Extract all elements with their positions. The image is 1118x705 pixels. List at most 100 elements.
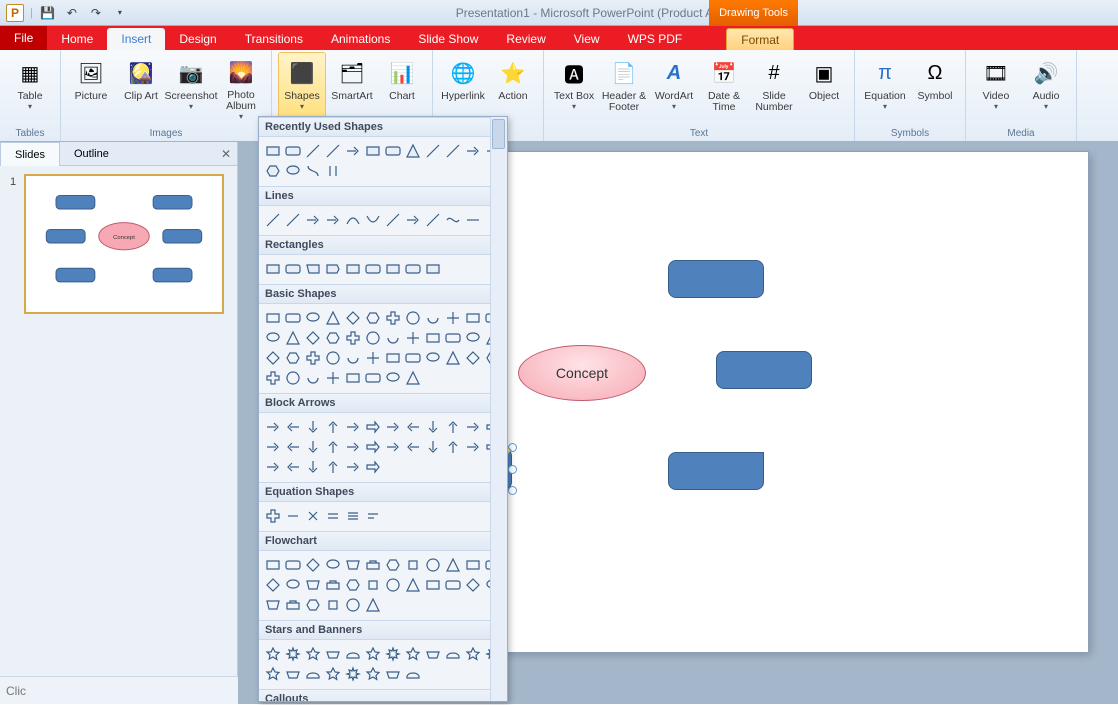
shape-option[interactable] xyxy=(343,644,362,663)
tab-transitions[interactable]: Transitions xyxy=(231,28,317,50)
shape-option[interactable] xyxy=(263,348,282,367)
object-button[interactable]: ▣Object xyxy=(800,52,848,122)
tab-slides[interactable]: Slides xyxy=(0,142,60,166)
shape-option[interactable] xyxy=(423,348,442,367)
wordart-button[interactable]: AWordArt▾ xyxy=(650,52,698,122)
shape-option[interactable] xyxy=(263,506,282,525)
shape-option[interactable] xyxy=(263,664,282,683)
undo-icon[interactable]: ↶ xyxy=(63,4,81,22)
shape-option[interactable] xyxy=(423,141,442,160)
shape-option[interactable] xyxy=(363,575,382,594)
shape-option[interactable] xyxy=(423,417,442,436)
shape-option[interactable] xyxy=(283,595,302,614)
shape-option[interactable] xyxy=(323,457,342,476)
shape-option[interactable] xyxy=(443,417,462,436)
shape-option[interactable] xyxy=(303,210,322,229)
shape-option[interactable] xyxy=(383,348,402,367)
shape-option[interactable] xyxy=(323,575,342,594)
shape-option[interactable] xyxy=(383,210,402,229)
shape-option[interactable] xyxy=(403,575,422,594)
shape-option[interactable] xyxy=(463,575,482,594)
shape-option[interactable] xyxy=(323,644,342,663)
tab-insert[interactable]: Insert xyxy=(107,28,165,50)
shape-option[interactable] xyxy=(323,348,342,367)
shape-option[interactable] xyxy=(283,368,302,387)
shape-option[interactable] xyxy=(403,368,422,387)
shape-option[interactable] xyxy=(283,644,302,663)
shape-option[interactable] xyxy=(343,437,362,456)
shape-option[interactable] xyxy=(303,644,322,663)
shape-option[interactable] xyxy=(323,555,342,574)
resize-handle-se[interactable] xyxy=(508,486,517,495)
shape-option[interactable] xyxy=(463,141,482,160)
shapes-scrollbar[interactable] xyxy=(490,117,507,701)
shape-option[interactable] xyxy=(343,368,362,387)
shape-option[interactable] xyxy=(423,259,442,278)
tab-slideshow[interactable]: Slide Show xyxy=(404,28,492,50)
shape-option[interactable] xyxy=(403,555,422,574)
tab-wpspdf[interactable]: WPS PDF xyxy=(614,28,697,50)
shape-option[interactable] xyxy=(343,328,362,347)
shape-option[interactable] xyxy=(403,348,422,367)
shape-option[interactable] xyxy=(443,308,462,327)
shape-option[interactable] xyxy=(383,575,402,594)
resize-handle-e[interactable] xyxy=(508,465,517,474)
shape-option[interactable] xyxy=(363,368,382,387)
shape-option[interactable] xyxy=(423,575,442,594)
shape-option[interactable] xyxy=(263,259,282,278)
shape-option[interactable] xyxy=(343,506,362,525)
shape-option[interactable] xyxy=(443,437,462,456)
shape-option[interactable] xyxy=(303,575,322,594)
shape-option[interactable] xyxy=(363,555,382,574)
shape-option[interactable] xyxy=(263,457,282,476)
shape-option[interactable] xyxy=(303,417,322,436)
shape-option[interactable] xyxy=(383,555,402,574)
shape-option[interactable] xyxy=(423,644,442,663)
tab-outline[interactable]: Outline xyxy=(60,142,123,166)
shape-option[interactable] xyxy=(263,595,282,614)
clipart-button[interactable]: 🎑Clip Art xyxy=(117,52,165,122)
symbol-button[interactable]: ΩSymbol xyxy=(911,52,959,122)
shape-option[interactable] xyxy=(283,457,302,476)
shape-option[interactable] xyxy=(323,417,342,436)
shape-option[interactable] xyxy=(343,575,362,594)
shape-option[interactable] xyxy=(403,328,422,347)
shape-option[interactable] xyxy=(383,437,402,456)
shape-option[interactable] xyxy=(463,644,482,663)
shape-option[interactable] xyxy=(303,457,322,476)
shape-option[interactable] xyxy=(303,664,322,683)
shape-option[interactable] xyxy=(363,664,382,683)
shape-option[interactable] xyxy=(383,141,402,160)
qat-customize-icon[interactable]: ▾ xyxy=(111,4,129,22)
shape-option[interactable] xyxy=(383,664,402,683)
shape-option[interactable] xyxy=(383,259,402,278)
shape-option[interactable] xyxy=(363,457,382,476)
shape-rect-2[interactable] xyxy=(668,260,764,298)
shape-option[interactable] xyxy=(343,457,362,476)
shape-option[interactable] xyxy=(383,308,402,327)
shape-option[interactable] xyxy=(323,506,342,525)
shape-option[interactable] xyxy=(303,141,322,160)
hyperlink-button[interactable]: 🌐Hyperlink xyxy=(439,52,487,122)
shape-option[interactable] xyxy=(303,259,322,278)
screenshot-button[interactable]: 📷Screenshot▾ xyxy=(167,52,215,122)
shape-option[interactable] xyxy=(263,555,282,574)
shape-option[interactable] xyxy=(323,437,342,456)
shape-option[interactable] xyxy=(303,595,322,614)
shape-option[interactable] xyxy=(363,437,382,456)
shape-option[interactable] xyxy=(263,368,282,387)
shape-option[interactable] xyxy=(283,417,302,436)
shape-option[interactable] xyxy=(403,437,422,456)
shape-option[interactable] xyxy=(283,328,302,347)
tab-file[interactable]: File xyxy=(0,26,47,50)
shape-option[interactable] xyxy=(403,141,422,160)
shape-option[interactable] xyxy=(283,348,302,367)
shape-option[interactable] xyxy=(283,210,302,229)
shape-option[interactable] xyxy=(363,259,382,278)
tab-view[interactable]: View xyxy=(560,28,614,50)
shape-option[interactable] xyxy=(363,348,382,367)
shape-option[interactable] xyxy=(263,328,282,347)
shape-option[interactable] xyxy=(383,328,402,347)
shape-option[interactable] xyxy=(363,210,382,229)
smartart-button[interactable]: 🗂SmartArt xyxy=(328,52,376,122)
